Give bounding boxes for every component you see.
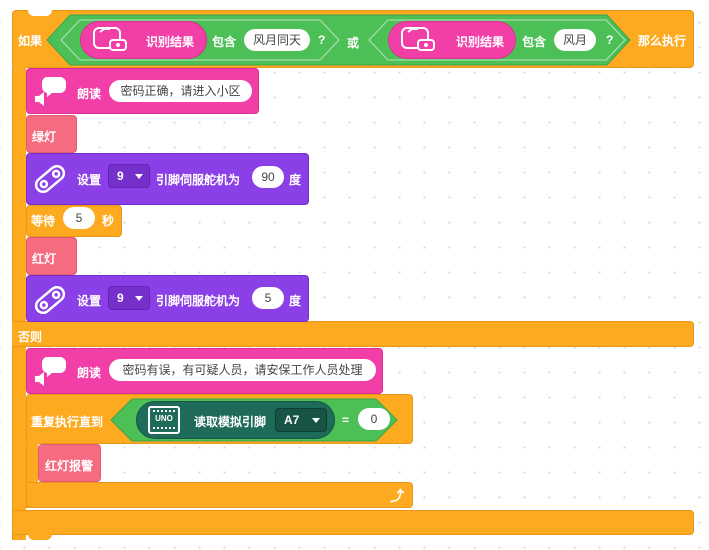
servo-pin-dropdown-2[interactable]: 9 bbox=[108, 286, 150, 310]
compare-value-input[interactable]: 0 bbox=[358, 408, 390, 430]
if-bottom-bar[interactable] bbox=[12, 510, 694, 535]
servo-set-label-1: 设置 bbox=[77, 173, 102, 187]
repeat-until-label: 重复执行直到 bbox=[31, 415, 104, 429]
servo-set-label-2: 设置 bbox=[77, 294, 102, 308]
red-alarm-label: 红灯报警 bbox=[45, 459, 94, 473]
equals-sign: = bbox=[342, 413, 350, 427]
uno-pins-top bbox=[153, 410, 175, 412]
servo-motor-icon bbox=[34, 164, 66, 194]
recognition-result-label-left: 识别结果 bbox=[146, 35, 195, 49]
contains-label-left: 包含 bbox=[212, 35, 237, 49]
servo-angle-input-1[interactable]: 90 bbox=[252, 166, 284, 188]
green-light-label: 绿灯 bbox=[32, 130, 57, 144]
repeat-bottom-bar[interactable] bbox=[26, 482, 413, 508]
then-label: 那么执行 bbox=[638, 34, 687, 48]
speech-bubble-icon bbox=[35, 77, 66, 106]
red-light-label: 红灯 bbox=[32, 252, 57, 266]
uno-pins-bottom bbox=[153, 427, 175, 429]
speak-text-input-1[interactable]: 密码正确，请进入小区 bbox=[109, 80, 252, 102]
wait-seconds-input[interactable]: 5 bbox=[63, 207, 95, 229]
contains-value-input-right[interactable]: 风月 bbox=[554, 29, 596, 51]
if-left-arm bbox=[12, 66, 26, 540]
block-bottom-notch bbox=[28, 534, 52, 540]
wait-label: 等待 bbox=[31, 214, 56, 228]
analog-pin-dropdown[interactable]: A7 bbox=[275, 408, 327, 432]
contains-value-input-left[interactable]: 风月同天 bbox=[244, 29, 310, 51]
servo-angle-input-2[interactable]: 5 bbox=[252, 287, 284, 309]
servo-pin-value-2: 9 bbox=[117, 291, 124, 305]
analog-pin-value: A7 bbox=[284, 413, 300, 427]
servo-mid-label-2: 引脚伺服舵机为 bbox=[156, 294, 241, 308]
loop-arrow-icon: ⤴ bbox=[390, 488, 404, 504]
analog-read-label: 读取模拟引脚 bbox=[194, 415, 267, 429]
else-label: 否则 bbox=[18, 330, 43, 344]
chevron-down-icon bbox=[135, 174, 143, 179]
servo-pin-dropdown-1[interactable]: 9 bbox=[108, 164, 150, 188]
uno-board-icon: UNO bbox=[148, 406, 180, 434]
servo-mid-label-1: 引脚伺服舵机为 bbox=[156, 173, 241, 187]
else-bar[interactable] bbox=[12, 321, 694, 347]
contains-label-right: 包含 bbox=[522, 35, 547, 49]
speech-bubble-icon bbox=[35, 357, 66, 386]
chevron-down-icon bbox=[135, 296, 143, 301]
uno-board-label: UNO bbox=[155, 414, 173, 423]
question-mark-right: ? bbox=[606, 33, 614, 47]
servo-unit-label-1: 度 bbox=[289, 173, 302, 187]
chevron-down-icon bbox=[312, 418, 320, 423]
recognition-result-label-right: 识别结果 bbox=[456, 35, 505, 49]
speak-label-2: 朗读 bbox=[77, 366, 102, 380]
question-mark-left: ? bbox=[318, 33, 326, 47]
camera-recognition-icon bbox=[93, 27, 127, 51]
wait-unit-label: 秒 bbox=[102, 214, 115, 228]
camera-recognition-icon bbox=[401, 27, 435, 51]
servo-motor-icon bbox=[34, 285, 66, 315]
servo-unit-label-2: 度 bbox=[289, 294, 302, 308]
speak-text-input-2[interactable]: 密码有误，有可疑人员，请安保工作人员处理 bbox=[109, 359, 376, 381]
speak-label-1: 朗读 bbox=[77, 87, 102, 101]
or-label: 或 bbox=[347, 36, 360, 50]
if-label: 如果 bbox=[18, 34, 43, 48]
servo-pin-value-1: 9 bbox=[117, 169, 124, 183]
